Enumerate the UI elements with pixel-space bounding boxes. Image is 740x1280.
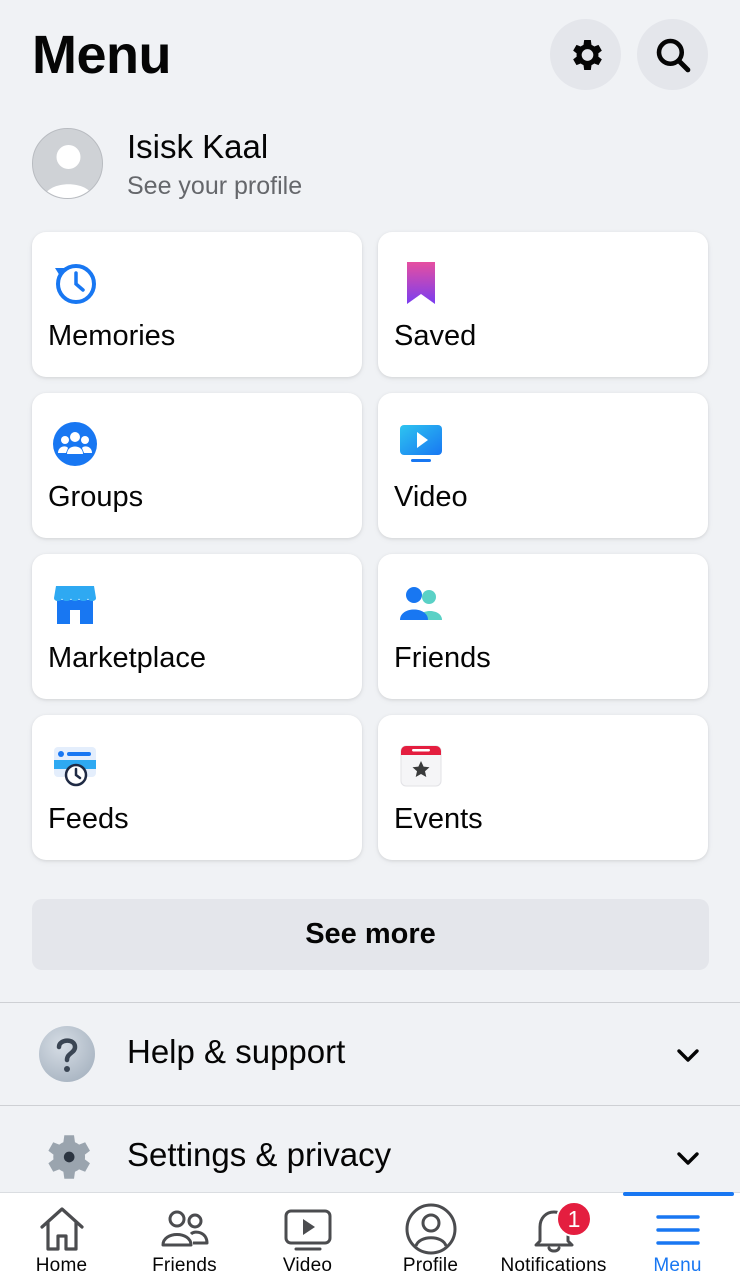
home-icon — [39, 1207, 84, 1251]
memories-icon — [55, 264, 96, 304]
video-outline-icon — [284, 1209, 331, 1251]
feeds-icon — [54, 747, 96, 787]
settings-privacy-label: Settings & privacy — [127, 1136, 392, 1173]
default-avatar-icon — [33, 129, 102, 198]
shortcut-label: Events — [394, 803, 483, 835]
nav-friends[interactable]: Friends — [123, 1193, 246, 1280]
help-support-label: Help & support — [127, 1033, 346, 1070]
nav-label: Home — [35, 1255, 88, 1276]
saved-icon — [407, 262, 435, 304]
gear-icon — [572, 39, 602, 70]
hamburger-icon — [655, 1215, 700, 1245]
profile-link[interactable]: Isisk Kaal See your profile — [32, 128, 532, 200]
nav-label: Menu — [653, 1255, 702, 1276]
shortcut-memories[interactable]: Memories — [32, 232, 362, 377]
events-icon — [400, 745, 442, 787]
nav-label: Profile — [402, 1255, 459, 1276]
nav-label: Friends — [152, 1255, 217, 1276]
shortcut-saved[interactable]: Saved — [378, 232, 708, 377]
profile-icon — [405, 1203, 456, 1255]
nav-label: Notifications — [500, 1255, 607, 1276]
settings-button[interactable] — [550, 19, 621, 90]
friends-outline-icon — [161, 1210, 208, 1247]
shortcut-label: Marketplace — [48, 642, 206, 674]
page-title: Menu — [32, 25, 172, 85]
notifications-badge: 1 — [556, 1201, 592, 1237]
shortcut-events[interactable]: Events — [378, 715, 708, 860]
nav-label: Video — [282, 1255, 333, 1276]
help-icon — [39, 1026, 95, 1082]
shortcut-label: Groups — [48, 481, 144, 513]
help-support-row[interactable]: Help & support — [0, 1003, 740, 1105]
avatar — [32, 128, 103, 199]
chevron-down-icon — [677, 1049, 699, 1062]
search-icon — [656, 38, 690, 72]
chevron-down-icon — [677, 1152, 699, 1165]
search-button[interactable] — [637, 19, 708, 90]
shortcut-video[interactable]: Video — [378, 393, 708, 538]
groups-icon — [53, 422, 97, 466]
friends-icon — [400, 587, 442, 620]
shortcut-feeds[interactable]: Feeds — [32, 715, 362, 860]
menu-page: Menu Isisk Kaal See your profile Memorie… — [0, 0, 740, 1280]
nav-menu[interactable]: Menu — [616, 1193, 739, 1280]
shortcut-groups[interactable]: Groups — [32, 393, 362, 538]
shortcut-label: Video — [394, 481, 468, 513]
see-more-button[interactable]: See more — [32, 899, 709, 970]
profile-name: Isisk Kaal — [127, 128, 269, 165]
header: Menu — [0, 0, 740, 110]
settings-gear-icon — [48, 1135, 90, 1179]
shortcut-label: Friends — [394, 642, 491, 674]
bottom-nav: Home Friends Video Profile Notifications… — [0, 1192, 740, 1280]
shortcut-label: Saved — [394, 320, 477, 352]
shortcut-label: Feeds — [48, 803, 129, 835]
profile-subtitle: See your profile — [127, 172, 303, 200]
video-icon — [400, 425, 442, 462]
nav-notifications[interactable]: Notifications — [492, 1193, 615, 1280]
shortcut-friends[interactable]: Friends — [378, 554, 708, 699]
shortcut-label: Memories — [48, 320, 176, 352]
nav-profile[interactable]: Profile — [369, 1193, 492, 1280]
shortcut-marketplace[interactable]: Marketplace — [32, 554, 362, 699]
marketplace-icon — [54, 586, 96, 624]
nav-home[interactable]: Home — [0, 1193, 123, 1280]
nav-video[interactable]: Video — [246, 1193, 369, 1280]
